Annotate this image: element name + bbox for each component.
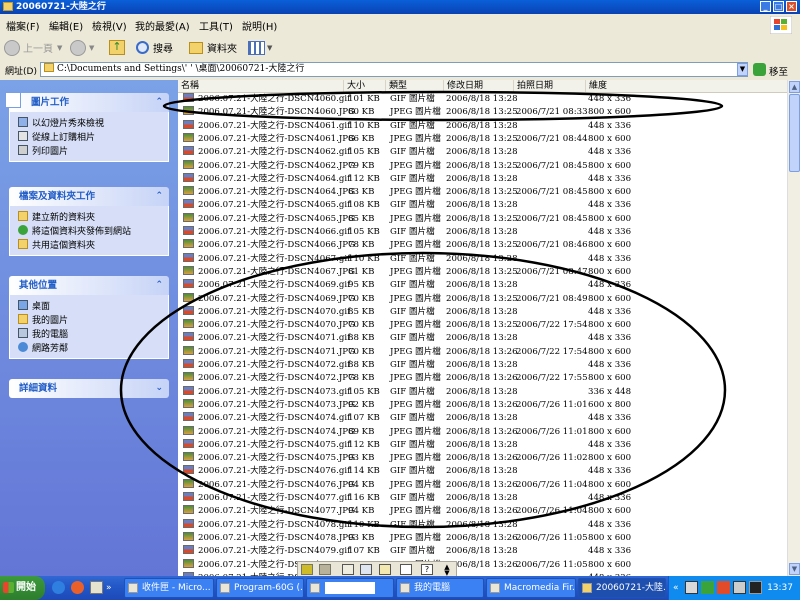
quick-launch-expand-icon[interactable]: » (106, 583, 112, 593)
tray-expand-icon[interactable]: « (673, 583, 679, 593)
start-button[interactable]: 開始 (0, 576, 45, 600)
task-label: 20060721-大陸... (596, 583, 666, 593)
clock: 13:37 (767, 583, 793, 593)
media-player-icon[interactable] (71, 581, 84, 594)
task-my-computer[interactable]: 我的電腦 (396, 578, 484, 598)
help-icon[interactable]: ? (421, 564, 433, 575)
task-macromedia[interactable]: Macromedia Fir... (486, 578, 576, 598)
app-icon (310, 583, 320, 593)
task-label: 我的電腦 (414, 583, 451, 593)
folder-icon (582, 583, 592, 593)
system-tray: « 13:37 (668, 576, 800, 600)
options-icon[interactable]: ▲ ▼ (441, 564, 453, 577)
tray-icon[interactable] (733, 581, 746, 594)
fullwidth-icon[interactable] (319, 564, 331, 575)
app-icon (128, 583, 138, 593)
start-label: 開始 (16, 582, 36, 593)
tray-icon[interactable] (685, 581, 698, 594)
input-method-icon[interactable] (301, 564, 313, 575)
task-blank[interactable] (306, 578, 394, 598)
redacted-area (325, 582, 375, 594)
task-explorer-active[interactable]: 20060721-大陸... (578, 578, 666, 598)
quick-launch-icon[interactable] (90, 581, 103, 594)
tray-icon[interactable] (717, 581, 730, 594)
tray-icon[interactable] (701, 581, 714, 594)
annotation-overlay (119, 90, 727, 529)
annotation-ellipse-large (119, 251, 727, 529)
taskbar: 開始 » 收件匣 - Micro... Program-60G (... 我的電… (0, 576, 800, 600)
computer-icon (400, 583, 410, 593)
task-label: Program-60G (... (234, 583, 304, 593)
app-icon (490, 583, 500, 593)
internet-explorer-icon[interactable] (52, 581, 65, 594)
writing-pad-icon[interactable] (360, 564, 372, 575)
task-label: 收件匣 - Micro... (142, 583, 211, 593)
task-program[interactable]: Program-60G (... (216, 578, 304, 598)
pen-icon[interactable] (342, 564, 354, 575)
task-label: Macromedia Fir... (504, 583, 576, 593)
app-icon (220, 583, 230, 593)
document-icon[interactable] (400, 564, 412, 575)
windows-logo-icon (3, 582, 14, 593)
annotation-ellipse-top (162, 90, 724, 122)
task-inbox[interactable]: 收件匣 - Micro... (124, 578, 214, 598)
keyboard-icon[interactable] (379, 564, 391, 575)
tray-icon[interactable] (749, 581, 762, 594)
